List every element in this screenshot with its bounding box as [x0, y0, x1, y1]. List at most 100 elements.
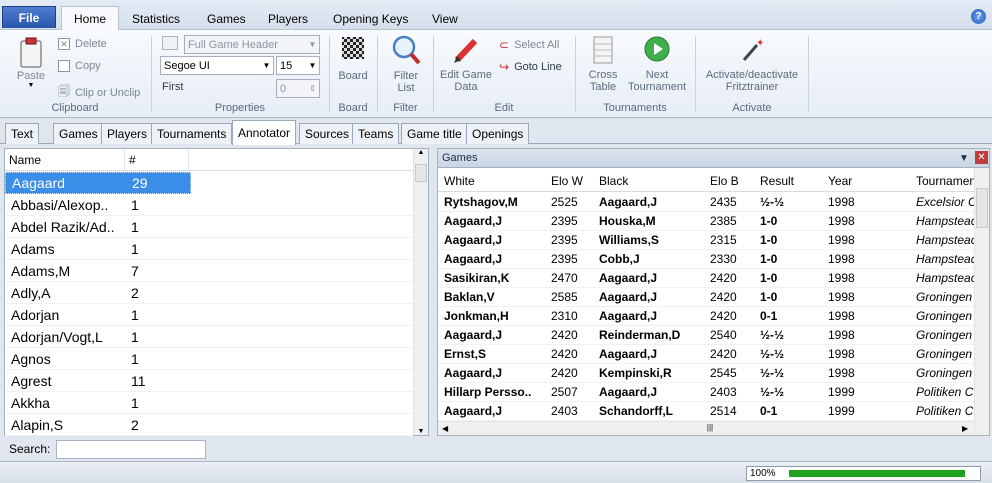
tab-opening-keys[interactable]: Opening Keys: [321, 8, 420, 30]
column-header-count[interactable]: #: [125, 149, 189, 170]
table-row[interactable]: Rytshagov,M 2525 Aagaard,J 2435 ½-½ 1998 Excel…: [438, 193, 974, 212]
edit-game-data-button[interactable]: Edit Game Data: [437, 36, 495, 98]
subtab-teams[interactable]: Teams: [352, 123, 400, 144]
table-row[interactable]: Jonkman,H 2310 Aagaard,J 2420 0-1 1998 Groning…: [438, 307, 974, 326]
delete-button[interactable]: ✕ Delete: [58, 38, 107, 50]
search-label: Search:: [9, 442, 51, 456]
list-item[interactable]: Abbasi/Alexop.. 1: [5, 194, 413, 216]
scroll-left-icon[interactable]: ◀: [442, 424, 448, 433]
result-cell: 1-0: [760, 290, 778, 304]
menu-bar: File Home Statistics Games Players Openi…: [0, 0, 992, 31]
tab-games[interactable]: Games: [195, 8, 258, 30]
tab-view[interactable]: View: [420, 8, 470, 30]
list-item[interactable]: Akkha 1: [5, 392, 413, 414]
result-cell: 1-0: [760, 271, 778, 285]
close-icon[interactable]: ✕: [975, 151, 988, 164]
ribbon-divider: [377, 36, 378, 112]
column-header[interactable]: Tournamen: [916, 174, 976, 188]
copy-icon: [58, 60, 70, 72]
table-row[interactable]: Sasikiran,K 2470 Aagaard,J 2420 1-0 1998 Hamps…: [438, 269, 974, 288]
list-item[interactable]: Adams 1: [5, 238, 413, 260]
subtab-sources[interactable]: Sources: [299, 123, 356, 144]
list-item[interactable]: Aagaard 29: [5, 172, 191, 194]
tab-players[interactable]: Players: [256, 8, 320, 30]
group-label-filter: Filter: [393, 102, 418, 114]
table-row[interactable]: Hillarp Persso.. 2507 Aagaard,J 2403 ½-½ 1999…: [438, 383, 974, 402]
scroll-down-icon[interactable]: ▼: [414, 428, 428, 435]
vertical-scrollbar[interactable]: [974, 168, 989, 435]
column-header[interactable]: White: [444, 174, 475, 188]
scroll-thumb[interactable]: [976, 188, 988, 228]
select-all-button[interactable]: ⊂ Select All: [499, 38, 559, 52]
column-header[interactable]: Result: [760, 174, 794, 188]
column-header[interactable]: Year: [828, 174, 852, 188]
search-bar: Search:: [4, 438, 429, 460]
clip-icon: 🗐: [58, 84, 70, 98]
cross-table-button[interactable]: Cross Table: [584, 36, 622, 98]
first-spinner[interactable]: 0 ⇕: [276, 79, 320, 98]
table-row[interactable]: Aagaard,J 2395 Cobb,J 2330 1-0 1998 Hampsteac: [438, 250, 974, 269]
table-row[interactable]: Baklan,V 2585 Aagaard,J 2420 1-0 1998 Groninge…: [438, 288, 974, 307]
list-item[interactable]: Agrest 11: [5, 370, 413, 392]
goto-line-button[interactable]: ↪ Goto Line: [499, 60, 562, 74]
column-header[interactable]: Elo W: [551, 174, 583, 188]
list-item[interactable]: Agnos 1: [5, 348, 413, 370]
next-tournament-button[interactable]: Next Tournament: [624, 36, 690, 98]
column-header[interactable]: Black: [599, 174, 628, 188]
white-player-cell: Baklan,V: [444, 290, 495, 304]
table-row[interactable]: Aagaard,J 2395 Houska,M 2385 1-0 1998 Hampstea…: [438, 212, 974, 231]
list-item[interactable]: Adorjan/Vogt,L 1: [5, 326, 413, 348]
magnet-icon: ⊂: [499, 38, 510, 52]
subtab-tournaments[interactable]: Tournaments: [151, 123, 233, 144]
subtab-players[interactable]: Players: [101, 123, 154, 144]
column-header-name[interactable]: Name: [5, 149, 125, 170]
goto-icon: ↪: [499, 60, 510, 74]
paste-button[interactable]: Paste ▼: [10, 36, 52, 96]
search-input[interactable]: [56, 439, 207, 459]
list-item[interactable]: Adorjan 1: [5, 304, 413, 326]
list-item[interactable]: Adly,A 2: [5, 282, 413, 304]
result-cell: 1-0: [760, 233, 778, 247]
subtab-text[interactable]: Text: [5, 123, 40, 144]
black-player-cell: Aagaard,J: [599, 271, 658, 285]
table-row[interactable]: Aagaard,J 2420 Kempinski,R 2545 ½-½ 1998 Groni…: [438, 364, 974, 383]
list-item[interactable]: Abdel Razik/Ad.. 1: [5, 216, 413, 238]
tournament-cell: Excelsior C: [916, 195, 974, 209]
header-combo[interactable]: Full Game Header ▼: [184, 35, 320, 54]
annotator-count: 2: [131, 284, 139, 301]
subtab-annotator[interactable]: Annotator: [232, 120, 297, 145]
black-player-cell: Aagaard,J: [599, 195, 658, 209]
filter-list-button[interactable]: Filter List: [384, 34, 428, 98]
scroll-right-icon[interactable]: ▶: [962, 424, 968, 433]
status-bar: 100%: [0, 461, 992, 483]
list-item[interactable]: Adams,M 7: [5, 260, 413, 282]
help-icon[interactable]: ?: [971, 9, 986, 24]
tab-home[interactable]: Home: [61, 6, 120, 31]
clip-button[interactable]: 🗐 Clip or Unclip: [58, 82, 140, 103]
vertical-scrollbar[interactable]: ▲ ▼: [413, 149, 428, 435]
copy-button[interactable]: Copy: [58, 60, 101, 72]
table-row[interactable]: Ernst,S 2420 Aagaard,J 2420 ½-½ 1998 Groningen: [438, 345, 974, 364]
board-button[interactable]: Board: [334, 36, 372, 92]
table-row[interactable]: Aagaard,J 2395 Williams,S 2315 1-0 1998 Hampst…: [438, 231, 974, 250]
scroll-up-icon[interactable]: ▲: [414, 149, 428, 163]
horizontal-scrollbar[interactable]: ◀ ||| ▶: [438, 421, 974, 435]
scroll-thumb[interactable]: [415, 164, 427, 182]
font-combo[interactable]: Segoe UI ▼: [160, 56, 274, 75]
subtab-games[interactable]: Games: [53, 123, 104, 144]
size-combo[interactable]: 15 ▼: [276, 56, 320, 75]
subtab-game-title[interactable]: Game title: [401, 123, 468, 144]
tab-statistics[interactable]: Statistics: [120, 8, 192, 30]
table-row[interactable]: Aagaard,J 2420 Reinderman,D 2540 ½-½ 1998 Gron…: [438, 326, 974, 345]
column-header[interactable]: Elo B: [710, 174, 739, 188]
subtab-openings[interactable]: Openings: [466, 123, 530, 144]
progress-bar: 100%: [746, 466, 981, 481]
scroll-thumb[interactable]: |||: [680, 423, 740, 432]
file-menu-button[interactable]: File: [2, 6, 56, 28]
annotator-name: Agrest: [11, 372, 52, 389]
dropdown-icon[interactable]: ▼: [959, 153, 969, 164]
fritztrainer-button[interactable]: ✦ Activate/deactivate Fritztrainer: [700, 36, 804, 98]
black-player-cell: Aagaard,J: [599, 290, 658, 304]
list-item[interactable]: Alapin,S 2: [5, 414, 413, 436]
table-row[interactable]: Aagaard,J 2403 Schandorff,L 2514 0-1 1999 Poli…: [438, 402, 974, 421]
